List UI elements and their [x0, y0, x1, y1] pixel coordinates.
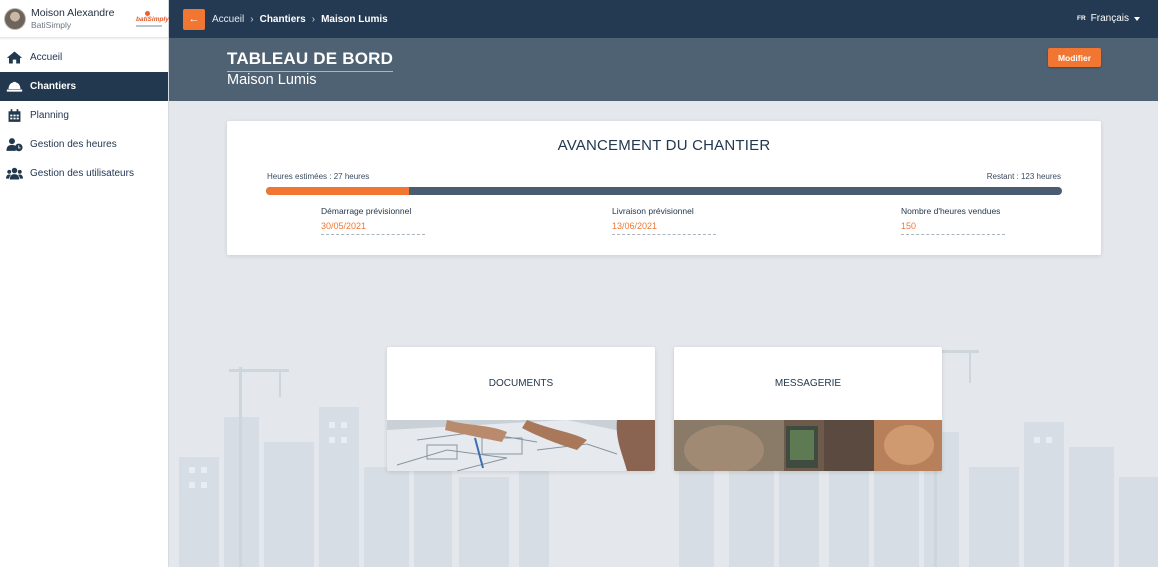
blueprint-image: [387, 420, 655, 471]
documents-tile[interactable]: DOCUMENTS: [387, 347, 655, 471]
page-subtitle: Maison Lumis: [227, 72, 317, 88]
breadcrumb-chantiers[interactable]: Chantiers: [260, 14, 306, 25]
language-label: Français: [1090, 13, 1129, 24]
start-date-label: Démarrage prévisionnel: [321, 206, 412, 216]
remaining-hours-label: Restant : 123 heures: [986, 172, 1061, 181]
sidebar-item-label: Gestion des heures: [30, 139, 117, 150]
page-header: TABLEAU DE BORD Maison Lumis Modifier: [169, 38, 1158, 101]
calendar-icon: [4, 108, 24, 124]
sidebar-item-accueil[interactable]: Accueil: [0, 43, 168, 72]
sidebar-item-label: Chantiers: [30, 81, 77, 92]
avatar: [4, 7, 26, 30]
breadcrumb: Accueil › Chantiers › Maison Lumis: [212, 14, 388, 25]
language-code: FR: [1076, 15, 1086, 22]
messagerie-tile-title: MESSAGERIE: [774, 378, 842, 389]
logo-dot: [145, 11, 150, 16]
worksite-image: [674, 420, 942, 471]
progress-card-title: AVANCEMENT DU CHANTIER: [557, 137, 771, 154]
sidebar-item-chantiers[interactable]: Chantiers: [0, 72, 168, 101]
sidebar: Moison Alexandre BatiSimply batiSimply A…: [0, 0, 169, 567]
profile-text: Moison Alexandre BatiSimply: [31, 7, 114, 31]
progress-bar: [266, 187, 1062, 195]
sidebar-item-gestion-utilisateurs[interactable]: Gestion des utilisateurs: [0, 159, 168, 188]
sidebar-item-gestion-heures[interactable]: Gestion des heures: [0, 130, 168, 159]
hard-hat-icon: [4, 79, 24, 95]
messagerie-tile[interactable]: MESSAGERIE: [674, 347, 942, 471]
delivery-date-label: Livraison prévisionnel: [612, 206, 694, 216]
sidebar-item-label: Planning: [30, 110, 69, 121]
back-button[interactable]: ←: [183, 8, 205, 30]
chevron-down-icon: [1134, 16, 1140, 21]
page-title: TABLEAU DE BORD: [227, 49, 394, 72]
arrow-left-icon: ←: [188, 13, 200, 25]
users-icon: [4, 166, 24, 182]
language-selector[interactable]: FR Français: [1077, 13, 1140, 24]
modify-button[interactable]: Modifier: [1048, 48, 1101, 67]
breadcrumb-separator: ›: [250, 13, 254, 25]
sold-hours-label: Nombre d'heures vendues: [901, 206, 1001, 216]
user-company: BatiSimply: [31, 19, 72, 30]
user-name: Moison Alexandre: [31, 6, 115, 19]
main-content: AVANCEMENT DU CHANTIER Heures estimées :…: [169, 101, 1158, 567]
sold-hours-value[interactable]: 150: [901, 221, 1005, 235]
progress-card: AVANCEMENT DU CHANTIER Heures estimées :…: [227, 121, 1101, 255]
user-clock-icon: [4, 137, 24, 153]
city-skyline-background: [179, 347, 1158, 567]
user-profile[interactable]: Moison Alexandre BatiSimply batiSimply: [0, 0, 169, 38]
breadcrumb-maison-lumis: Maison Lumis: [321, 13, 388, 25]
documents-tile-title: DOCUMENTS: [488, 378, 554, 389]
start-date-value[interactable]: 30/05/2021: [321, 221, 425, 235]
sidebar-nav: Accueil Chantiers Planning Gestion des h…: [0, 43, 168, 188]
sold-hours-field: Nombre d'heures vendues 150: [901, 206, 1005, 235]
sidebar-item-label: Accueil: [30, 52, 63, 63]
logo-text: batiSimply: [136, 16, 169, 23]
progress-bar-fill: [266, 187, 410, 195]
breadcrumb-separator: ›: [311, 13, 316, 25]
estimated-hours-label: Heures estimées : 27 heures: [267, 172, 370, 181]
top-bar: ← Accueil › Chantiers › Maison Lumis FR …: [169, 0, 1158, 38]
delivery-date-value[interactable]: 13/06/2021: [612, 221, 716, 235]
home-icon: [4, 50, 24, 66]
sidebar-item-planning[interactable]: Planning: [0, 101, 168, 130]
breadcrumb-accueil[interactable]: Accueil: [212, 14, 244, 25]
logo-underline: [136, 25, 162, 27]
start-date-field: Démarrage prévisionnel 30/05/2021: [321, 206, 425, 235]
delivery-date-field: Livraison prévisionnel 13/06/2021: [612, 206, 716, 235]
sidebar-item-label: Gestion des utilisateurs: [30, 168, 134, 179]
company-logo: batiSimply: [136, 9, 169, 29]
